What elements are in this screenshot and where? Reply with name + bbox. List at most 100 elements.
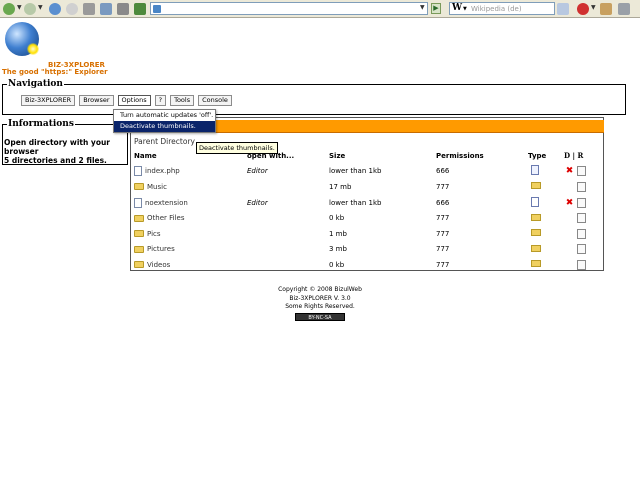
folder-type-icon [531,244,541,252]
folder-name-link[interactable]: Music [147,183,167,191]
wikipedia-icon[interactable]: W [452,3,462,13]
table-row: Music 17 mb 777 [134,179,600,195]
addon-icon[interactable] [134,3,146,15]
rename-icon[interactable] [577,213,586,224]
nav-button-help[interactable]: ? [154,95,167,106]
nav-button-browser[interactable]: Browser [79,95,114,106]
folder-type-icon [531,229,541,237]
navigation-panel: Navigation Biz-3XPLORER Browser Options … [2,79,626,115]
creative-commons-badge[interactable]: BY-NC-SA [295,312,345,321]
table-row: Videos 0 kb 777 [134,257,600,273]
rename-icon[interactable] [577,166,586,177]
go-button[interactable]: ▶ [431,3,441,14]
stop-icon[interactable] [66,3,78,15]
file-size: 17 mb [329,182,352,191]
search-engine-dropdown-icon[interactable]: ▼ [463,6,467,12]
folder-name-link[interactable]: Pictures [147,245,175,253]
menu-item-turn-off-updates[interactable]: Turn automatic updates 'off'. [114,110,215,121]
open-directory-link[interactable]: Open directory with your browser [4,138,114,156]
nav-button-biz3xplorer[interactable]: Biz-3XPLORER [21,95,76,106]
file-permissions: 777 [436,182,450,191]
adblock-icon[interactable] [577,3,589,15]
table-row: Pictures 3 mb 777 [134,242,600,258]
table-row: noextension Editor lower than 1kb 666 ✖ [134,195,600,211]
information-panel: Informations Open directory with your br… [2,119,128,165]
reload-icon[interactable] [49,3,61,15]
nav-buttons: Biz-3XPLORER Browser Options ? Tools Con… [21,95,236,106]
folder-name-link[interactable]: Videos [147,261,170,269]
home-icon[interactable] [83,3,95,15]
nav-button-console[interactable]: Console [198,95,232,106]
extension2-icon[interactable] [618,3,630,15]
nav-button-options[interactable]: Options [117,95,151,106]
menu-item-deactivate-thumbnails[interactable]: Deactivate thumbnails. [114,121,215,132]
forward-dropdown-icon[interactable]: ▼ [38,4,43,11]
file-size: 0 kb [329,214,345,223]
navigation-legend: Navigation [8,79,63,89]
open-with-cell [247,242,329,258]
file-name-link[interactable]: noextension [145,199,188,207]
php-file-type-icon [531,165,539,176]
table-row: index.php Editor lower than 1kb 666 ✖ [134,164,600,180]
search-input[interactable]: W ▼ Wikipedia (de) [449,2,555,15]
open-with-cell [247,210,329,226]
rename-icon[interactable] [577,228,586,239]
extension-icon[interactable] [600,3,612,15]
back-dropdown-icon[interactable]: ▼ [17,4,22,11]
folder-icon [134,245,144,253]
table-row: Pics 1 mb 777 [134,226,600,242]
open-with-editor-link[interactable]: Editor [247,195,329,211]
forward-icon[interactable] [24,3,36,15]
back-icon[interactable] [3,3,15,15]
tagline: The good "https:" Explorer [2,68,108,76]
parent-directory-link[interactable]: Parent Directory [134,137,195,146]
options-dropdown-menu: Turn automatic updates 'off'. Deactivate… [113,109,216,133]
site-favicon-icon [153,5,161,13]
column-header-permissions[interactable]: Permissions [436,148,528,164]
folder-icon [134,214,144,222]
file-table: Name open with... Size Permissions Type … [134,148,600,273]
rename-icon[interactable] [577,197,586,208]
search-placeholder: Wikipedia (de) [471,5,522,13]
file-listing-panel: Parent Directory Name open with... Size … [130,117,604,271]
logo-sparkle-icon [27,43,39,55]
file-permissions: 666 [436,198,450,207]
rights-text: Some Rights Reserved. [285,303,355,310]
file-permissions: 777 [436,214,450,223]
table-row: Other Files 0 kb 777 [134,210,600,226]
delete-icon[interactable]: ✖ [564,166,575,176]
footer: Copyright © 2008 BizulWeb Biz-3XPLORER V… [260,286,380,322]
rename-icon[interactable] [577,181,586,192]
bookmark-icon[interactable] [100,3,112,15]
folder-name-link[interactable]: Pics [147,230,161,238]
rename-icon[interactable] [577,244,586,255]
folder-type-icon [531,182,541,190]
url-dropdown-icon[interactable]: ▼ [420,4,425,11]
search-icon[interactable] [557,3,569,15]
folder-icon [134,230,144,238]
open-with-cell [247,226,329,242]
file-size: 0 kb [329,260,345,269]
column-header-size[interactable]: Size [329,148,436,164]
url-input[interactable] [150,2,428,15]
tools-icon[interactable] [117,3,129,15]
generic-file-type-icon [531,196,539,207]
file-size: 1 mb [329,229,347,238]
folder-type-icon [531,213,541,221]
nav-button-tools[interactable]: Tools [170,95,195,106]
open-with-editor-link[interactable]: Editor [247,164,329,180]
open-with-cell [247,257,329,273]
folder-name-link[interactable]: Other Files [147,214,184,222]
tooltip: Deactivate thumbnails. [196,142,278,154]
file-permissions: 777 [436,260,450,269]
file-name-link[interactable]: index.php [145,167,180,175]
rename-icon[interactable] [577,259,586,270]
adblock-dropdown-icon[interactable]: ▼ [591,4,596,11]
folder-icon [134,261,144,269]
file-size: 3 mb [329,245,347,254]
delete-icon[interactable]: ✖ [564,198,575,208]
file-size: lower than 1kb [329,167,382,176]
file-icon [134,197,142,208]
column-header-type[interactable]: Type [528,148,564,164]
copyright-text: Copyright © 2008 BizulWeb [278,286,362,293]
